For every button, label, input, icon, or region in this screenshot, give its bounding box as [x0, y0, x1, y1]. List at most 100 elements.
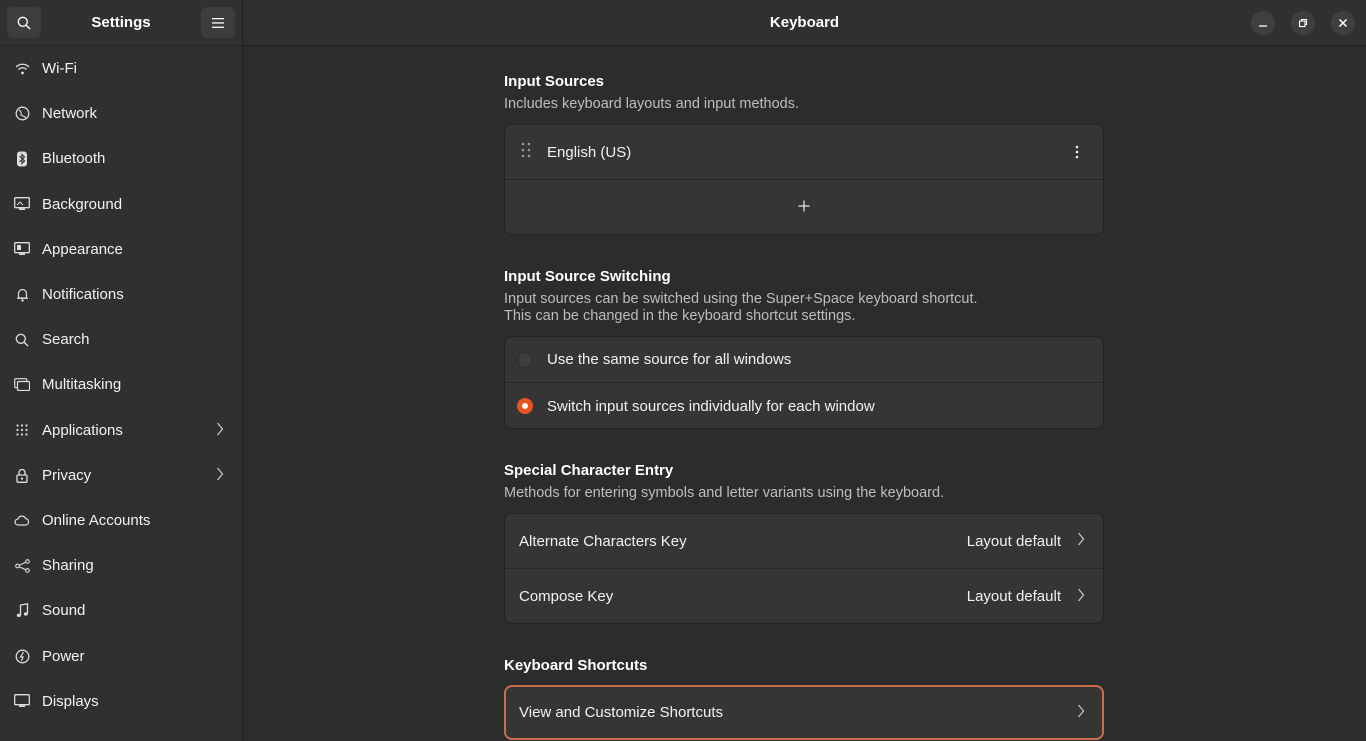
row-value: Layout default — [966, 532, 1061, 550]
chevron-right-icon — [216, 467, 224, 485]
sidebar-item-applications[interactable]: Applications — [0, 408, 242, 453]
chevron-right-icon — [1077, 588, 1085, 606]
more-options-icon[interactable] — [1075, 145, 1079, 163]
cloud-icon — [14, 512, 30, 528]
sidebar-item-label: Displays — [42, 692, 99, 710]
sidebar-item-wifi[interactable]: Wi-Fi — [0, 46, 242, 91]
section-title: Input Source Switching — [504, 268, 671, 285]
maximize-button[interactable] — [1291, 11, 1315, 35]
radio-button-selected[interactable] — [517, 398, 533, 414]
row-label: View and Customize Shortcuts — [519, 704, 723, 721]
network-icon — [14, 106, 30, 122]
sidebar-item-power[interactable]: Power — [0, 633, 242, 678]
special-character-card: Alternate Characters Key Layout default … — [504, 513, 1104, 624]
bluetooth-icon — [14, 151, 30, 167]
input-sources-section: Input Sources Includes keyboard layouts … — [504, 73, 1104, 113]
sidebar-item-online-accounts[interactable]: Online Accounts — [0, 498, 242, 543]
sidebar-item-label: Search — [42, 331, 90, 349]
input-source-label: English (US) — [547, 143, 632, 161]
sidebar-item-bluetooth[interactable]: Bluetooth — [0, 136, 242, 181]
sidebar-item-multitasking[interactable]: Multitasking — [0, 362, 242, 407]
section-description: Includes keyboard layouts and input meth… — [504, 96, 800, 112]
alternate-characters-key-row[interactable]: Alternate Characters Key Layout default — [505, 514, 1103, 569]
sidebar-item-label: Multitasking — [42, 376, 122, 394]
row-value: Layout default — [966, 588, 1061, 605]
row-label: Compose Key — [519, 588, 614, 605]
sidebar-item-label: Applications — [42, 421, 123, 439]
minimize-icon — [1259, 25, 1267, 27]
appearance-icon — [14, 241, 30, 257]
background-icon — [14, 196, 30, 212]
radio-label: Use the same source for all windows — [547, 351, 792, 368]
sidebar-item-label: Sound — [42, 602, 86, 620]
sidebar-item-sharing[interactable]: Sharing — [0, 543, 242, 588]
section-description-line1: Input sources can be switched using the … — [504, 291, 978, 307]
sidebar: Settings Wi-Fi Network Bluetooth Backgro… — [0, 0, 243, 741]
restore-icon — [1298, 18, 1308, 28]
radio-button[interactable] — [517, 351, 533, 368]
section-description: Methods for entering symbols and letter … — [504, 485, 945, 501]
sidebar-item-label: Wi-Fi — [42, 60, 77, 78]
drag-handle-icon[interactable] — [521, 142, 531, 162]
settings-window: Settings Wi-Fi Network Bluetooth Backgro… — [0, 0, 1366, 741]
sidebar-item-label: Power — [42, 647, 85, 665]
display-icon — [14, 693, 30, 709]
music-note-icon — [14, 603, 30, 619]
sidebar-item-search[interactable]: Search — [0, 317, 242, 362]
special-character-section: Special Character Entry Methods for ente… — [504, 462, 1104, 502]
sidebar-item-label: Background — [42, 195, 123, 213]
compose-key-row[interactable]: Compose Key Layout default — [505, 569, 1103, 623]
close-button[interactable] — [1331, 11, 1355, 35]
sidebar-item-notifications[interactable]: Notifications — [0, 272, 242, 317]
menu-button[interactable] — [201, 7, 235, 38]
sidebar-item-displays[interactable]: Displays — [0, 679, 242, 724]
radio-individual-source[interactable]: Switch input sources individually for ea… — [505, 383, 1103, 428]
switching-options-card: Use the same source for all windows Swit… — [504, 336, 1104, 429]
lock-icon — [14, 467, 30, 483]
sidebar-item-label: Notifications — [42, 286, 124, 304]
chevron-right-icon — [1077, 532, 1085, 550]
sidebar-item-label: Sharing — [42, 557, 94, 575]
section-description-line2: This can be changed in the keyboard shor… — [504, 308, 856, 324]
bell-icon — [14, 287, 30, 303]
sidebar-item-appearance[interactable]: Appearance — [0, 227, 242, 272]
close-icon — [1338, 18, 1348, 28]
section-title: Input Sources — [504, 73, 605, 90]
view-customize-shortcuts-row[interactable]: View and Customize Shortcuts — [506, 687, 1102, 738]
sidebar-item-label: Network — [42, 105, 98, 123]
minimize-button[interactable] — [1251, 11, 1275, 35]
sidebar-nav: Wi-Fi Network Bluetooth Background Appea… — [0, 46, 242, 724]
radio-label: Switch input sources individually for ea… — [547, 397, 875, 415]
add-input-source-button[interactable] — [505, 180, 1103, 234]
section-title: Special Character Entry — [504, 462, 674, 479]
sidebar-item-background[interactable]: Background — [0, 182, 242, 227]
sidebar-item-label: Appearance — [42, 240, 123, 258]
chevron-right-icon — [1077, 704, 1085, 722]
sidebar-header: Settings — [0, 0, 242, 46]
keyboard-shortcuts-section: Keyboard Shortcuts — [504, 657, 1104, 674]
view-customize-shortcuts-card: View and Customize Shortcuts — [504, 685, 1104, 740]
section-title: Keyboard Shortcuts — [504, 657, 648, 674]
radio-same-source[interactable]: Use the same source for all windows — [505, 337, 1103, 383]
search-icon — [14, 332, 30, 348]
wifi-icon — [14, 61, 30, 77]
sidebar-item-privacy[interactable]: Privacy — [0, 453, 242, 498]
plus-icon — [798, 199, 810, 216]
main-header: Keyboard — [243, 0, 1366, 46]
page-title: Keyboard — [769, 14, 840, 31]
sidebar-item-label: Bluetooth — [42, 150, 106, 168]
row-label: Alternate Characters Key — [519, 532, 687, 550]
input-switching-section: Input Source Switching Input sources can… — [504, 268, 1104, 325]
input-sources-card: English (US) — [504, 124, 1104, 235]
sidebar-item-sound[interactable]: Sound — [0, 588, 242, 633]
power-icon — [14, 648, 30, 664]
multitasking-icon — [14, 377, 30, 393]
input-source-row[interactable]: English (US) — [505, 125, 1103, 180]
sidebar-item-network[interactable]: Network — [0, 91, 242, 136]
hamburger-icon — [212, 17, 224, 28]
grid-icon — [14, 422, 30, 438]
share-icon — [14, 558, 30, 574]
sidebar-item-label: Privacy — [42, 466, 92, 484]
chevron-right-icon — [216, 422, 224, 440]
sidebar-item-label: Online Accounts — [42, 511, 151, 529]
